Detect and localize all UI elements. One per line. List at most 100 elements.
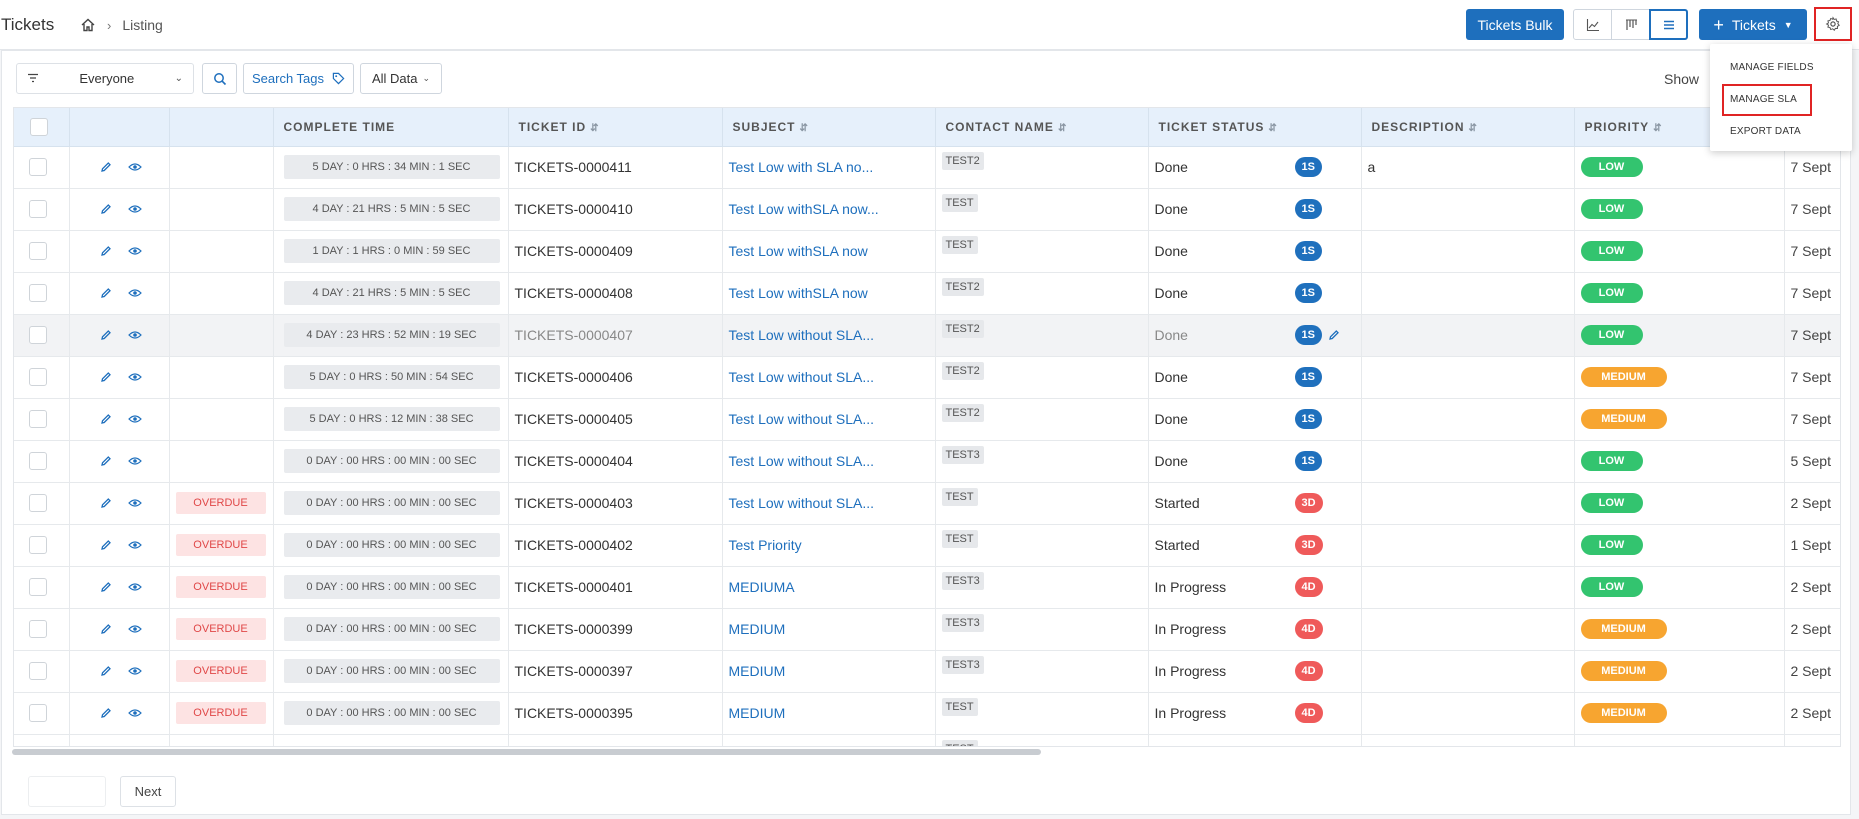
contact-tag[interactable]: TEST2 [941, 319, 984, 338]
table-row[interactable]: 0 DAY : 00 HRS : 00 MIN : 00 SEC TICKETS… [14, 440, 1840, 482]
view-icon[interactable] [127, 204, 142, 214]
owner-filter-select[interactable]: Everyone ⌄ [16, 63, 194, 94]
contact-tag[interactable]: TEST3 [941, 571, 984, 590]
contact-tag[interactable]: TEST2 [941, 361, 984, 380]
sort-icon[interactable]: ⇵ [1653, 123, 1662, 134]
contact-tag[interactable]: TEST [941, 697, 978, 716]
subject-link[interactable]: Test Low with SLA no... [722, 146, 936, 188]
subject-link[interactable]: Test Low without SLA... [722, 314, 936, 356]
row-checkbox[interactable] [29, 410, 47, 429]
edit-icon[interactable] [100, 413, 112, 425]
column-header[interactable]: CONTACT NAME ⇵ [935, 108, 1149, 147]
edit-icon[interactable] [100, 623, 112, 635]
add-ticket-button[interactable]: + Tickets ▼ [1699, 9, 1807, 40]
edit-icon[interactable] [100, 329, 112, 341]
contact-tag[interactable]: TEST [941, 739, 978, 746]
row-checkbox[interactable] [29, 200, 47, 219]
search-button[interactable] [202, 63, 237, 94]
row-checkbox[interactable] [29, 578, 47, 597]
contact-tag[interactable]: TEST3 [941, 445, 984, 464]
row-checkbox[interactable] [29, 704, 47, 723]
subject-link[interactable]: Test Low without SLA... [722, 398, 936, 440]
contact-tag[interactable]: TEST2 [941, 277, 984, 296]
select-all-checkbox[interactable] [30, 117, 48, 136]
edit-icon[interactable] [100, 707, 112, 719]
row-checkbox[interactable] [29, 452, 47, 471]
table-row[interactable]: OVERDUE 0 DAY : 00 HRS : 00 MIN : 00 SEC… [14, 524, 1840, 566]
row-checkbox[interactable] [29, 242, 47, 261]
subject-link[interactable]: MEDIUM [722, 608, 936, 650]
view-icon[interactable] [127, 372, 142, 382]
view-icon[interactable] [127, 498, 142, 508]
view-icon[interactable] [127, 330, 142, 340]
column-header[interactable]: TICKET ID ⇵ [508, 108, 723, 147]
view-icon[interactable] [127, 456, 142, 466]
table-row[interactable]: 5 DAY : 0 HRS : 34 MIN : 1 SEC TICKETS-0… [14, 146, 1840, 188]
subject-link[interactable]: Test Priority [722, 524, 936, 566]
table-row[interactable]: 1 DAY : 1 HRS : 0 MIN : 59 SEC TICKETS-0… [14, 230, 1840, 272]
tickets-bulk-button[interactable]: Tickets Bulk [1466, 9, 1564, 40]
contact-tag[interactable]: TEST2 [941, 403, 984, 422]
subject-link[interactable]: MEDIUM [722, 650, 936, 692]
table-row[interactable]: TEST In Progress [14, 734, 1840, 746]
row-checkbox[interactable] [29, 158, 47, 177]
contact-tag[interactable]: TEST3 [941, 613, 984, 632]
table-row[interactable]: OVERDUE 0 DAY : 00 HRS : 00 MIN : 00 SEC… [14, 692, 1840, 734]
subject-link[interactable]: Test Low withSLA now [722, 272, 936, 314]
edit-icon[interactable] [100, 455, 112, 467]
list-view-icon[interactable] [1649, 9, 1688, 40]
next-page-button[interactable]: Next [120, 776, 176, 807]
view-icon[interactable] [127, 666, 142, 676]
view-icon[interactable] [127, 708, 142, 718]
previous-page-button[interactable] [28, 776, 106, 807]
table-row[interactable]: 4 DAY : 21 HRS : 5 MIN : 5 SEC TICKETS-0… [14, 188, 1840, 230]
edit-icon[interactable] [100, 203, 112, 215]
contact-tag[interactable]: TEST [941, 235, 978, 254]
row-checkbox[interactable] [29, 494, 47, 513]
menu-item-export-data[interactable]: EXPORT DATA [1710, 116, 1852, 148]
subject-link[interactable]: MEDIUMA [722, 566, 936, 608]
subject-link[interactable]: Test Low without SLA... [722, 440, 936, 482]
column-header[interactable]: TICKET STATUS ⇵ [1148, 108, 1362, 147]
row-checkbox[interactable] [29, 536, 47, 555]
table-row[interactable]: 5 DAY : 0 HRS : 12 MIN : 38 SEC TICKETS-… [14, 398, 1840, 440]
subject-link[interactable]: Test Low withSLA now [722, 230, 936, 272]
menu-item-manage-sla[interactable]: MANAGE SLA [1722, 84, 1812, 116]
column-header[interactable]: SUBJECT ⇵ [722, 108, 936, 147]
data-filter-select[interactable]: All Data ⌄ [360, 63, 442, 94]
edit-icon[interactable] [100, 161, 112, 173]
column-header[interactable]: DESCRIPTION ⇵ [1361, 108, 1575, 147]
table-row[interactable]: 4 DAY : 21 HRS : 5 MIN : 5 SEC TICKETS-0… [14, 272, 1840, 314]
view-icon[interactable] [127, 582, 142, 592]
sort-icon[interactable]: ⇵ [1058, 123, 1067, 134]
edit-icon[interactable] [100, 287, 112, 299]
subject-link[interactable]: Test Low without SLA... [722, 482, 936, 524]
row-checkbox[interactable] [29, 662, 47, 681]
subject-link[interactable]: Test Low without SLA... [722, 356, 936, 398]
sort-icon[interactable]: ⇵ [1469, 123, 1478, 134]
contact-tag[interactable]: TEST2 [941, 151, 984, 170]
edit-icon[interactable] [100, 665, 112, 677]
view-icon[interactable] [127, 414, 142, 424]
edit-icon[interactable] [100, 371, 112, 383]
table-row[interactable]: OVERDUE 0 DAY : 00 HRS : 00 MIN : 00 SEC… [14, 566, 1840, 608]
edit-icon[interactable] [100, 539, 112, 551]
table-row[interactable]: 4 DAY : 23 HRS : 52 MIN : 19 SEC TICKETS… [14, 314, 1840, 356]
table-row[interactable]: OVERDUE 0 DAY : 00 HRS : 00 MIN : 00 SEC… [14, 650, 1840, 692]
menu-item-manage-fields[interactable]: MANAGE FIELDS [1710, 52, 1852, 84]
kanban-view-icon[interactable] [1611, 9, 1650, 40]
edit-status-icon[interactable] [1328, 329, 1340, 341]
row-checkbox[interactable] [29, 368, 47, 387]
contact-tag[interactable]: TEST [941, 193, 978, 212]
view-icon[interactable] [127, 162, 142, 172]
subject-link[interactable]: MEDIUM [722, 692, 936, 734]
edit-icon[interactable] [100, 497, 112, 509]
view-icon[interactable] [127, 288, 142, 298]
contact-tag[interactable]: TEST [941, 529, 978, 548]
edit-icon[interactable] [100, 245, 112, 257]
contact-tag[interactable]: TEST3 [941, 655, 984, 674]
sort-icon[interactable]: ⇵ [800, 123, 809, 134]
edit-icon[interactable] [100, 581, 112, 593]
table-row[interactable]: 5 DAY : 0 HRS : 50 MIN : 54 SEC TICKETS-… [14, 356, 1840, 398]
table-row[interactable]: OVERDUE 0 DAY : 00 HRS : 00 MIN : 00 SEC… [14, 608, 1840, 650]
